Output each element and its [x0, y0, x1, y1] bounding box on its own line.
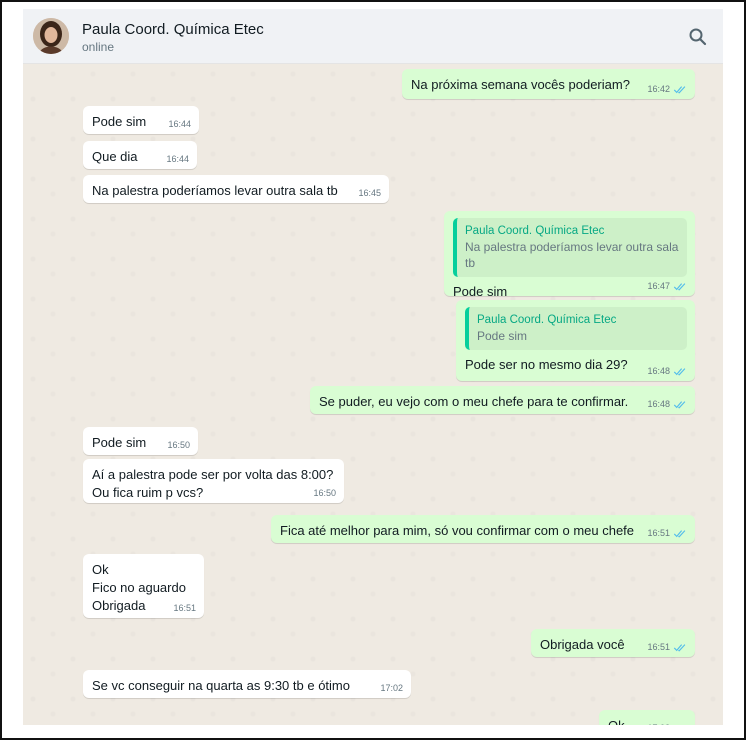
contact-name[interactable]: Paula Coord. Química Etec: [82, 21, 264, 38]
message-time: 16:50: [313, 488, 336, 498]
quoted-text: Pode sim: [477, 329, 528, 343]
message-text: Fica até melhor para mim, só vou confirm…: [280, 523, 635, 538]
message-time: 17:02: [380, 683, 403, 693]
message-time: 16:44: [166, 154, 189, 164]
message-meta: 17:02: [647, 723, 687, 725]
message-text: Se vc conseguir na quarta as 9:30 tb e ó…: [92, 678, 350, 693]
message-time: 16:51: [173, 603, 196, 613]
message-meta: 16:45: [358, 188, 381, 198]
incoming-message[interactable]: Na palestra poderíamos levar outra sala …: [83, 175, 389, 203]
incoming-message[interactable]: Pode sim 16:44: [83, 106, 199, 134]
message-meta: 16:50: [167, 440, 190, 450]
chat-window: Paula Coord. Química Etec online Na próx…: [23, 9, 723, 725]
search-icon[interactable]: [686, 25, 710, 49]
double-check-icon: [673, 282, 686, 290]
quoted-message[interactable]: Paula Coord. Química Etec Na palestra pod…: [453, 218, 687, 277]
message-text: Aí a palestra pode ser por volta das 8:0…: [92, 467, 334, 500]
message-text: Ok: [608, 718, 625, 725]
double-check-icon: [680, 724, 685, 725]
outgoing-message[interactable]: Se puder, eu vejo com o meu chefe para t…: [310, 386, 695, 414]
double-check-icon: [673, 529, 686, 537]
double-check-icon: [673, 367, 686, 375]
message-time: 17:02: [647, 723, 670, 725]
outgoing-message[interactable]: Na próxima semana vocês poderiam? 16:42: [402, 69, 695, 99]
outgoing-message[interactable]: Paula Coord. Química Etec Na palestra pod…: [444, 211, 695, 299]
message-meta: 16:48: [647, 399, 687, 409]
message-text: Ok Fico no aguardo Obrigada: [92, 562, 186, 613]
incoming-message[interactable]: Pode sim 16:50: [83, 427, 198, 455]
message-time: 16:44: [168, 119, 191, 129]
double-check-icon: [673, 400, 686, 408]
incoming-message[interactable]: Se vc conseguir na quarta as 9:30 tb e ó…: [83, 670, 411, 698]
message-time: 16:42: [647, 84, 670, 94]
chat-header: Paula Coord. Química Etec online: [23, 9, 723, 64]
message-meta: 17:02: [380, 683, 403, 693]
message-meta: 16:51: [647, 642, 687, 652]
message-meta: 16:44: [168, 119, 191, 129]
outgoing-message[interactable]: Fica até melhor para mim, só vou confirm…: [271, 515, 695, 543]
contact-avatar[interactable]: [33, 18, 69, 54]
message-meta: 16:48: [647, 366, 687, 376]
quoted-author: Paula Coord. Química Etec: [465, 225, 605, 237]
message-time: 16:51: [647, 528, 670, 538]
outgoing-message[interactable]: Ok 17:02: [599, 710, 695, 725]
message-meta: 16:42: [647, 84, 687, 94]
incoming-message[interactable]: Ok Fico no aguardo Obrigada 16:51: [83, 554, 204, 618]
outgoing-message[interactable]: Paula Coord. Química Etec Pode sim Pode se…: [456, 300, 695, 381]
screenshot-frame: Paula Coord. Química Etec online Na próx…: [0, 0, 746, 740]
outgoing-message[interactable]: Obrigada você 16:51: [531, 629, 695, 657]
message-text: Que dia: [92, 149, 138, 164]
message-text: Pode sim: [453, 284, 508, 299]
message-text: Na palestra poderíamos levar outra sala …: [92, 183, 338, 198]
contact-status: online: [82, 40, 115, 54]
incoming-message[interactable]: Aí a palestra pode ser por volta das 8:0…: [83, 459, 344, 503]
message-meta: 16:50: [313, 488, 336, 498]
double-check-icon: [673, 85, 686, 93]
message-time: 16:47: [647, 281, 670, 291]
message-time: 16:45: [358, 188, 381, 198]
quoted-message[interactable]: Paula Coord. Química Etec Pode sim: [465, 307, 687, 350]
message-text: Pode sim: [92, 435, 147, 450]
message-time: 16:48: [647, 399, 670, 409]
quoted-author: Paula Coord. Química Etec: [477, 314, 617, 326]
message-text: Obrigada você: [540, 637, 625, 652]
incoming-message[interactable]: Que dia 16:44: [83, 141, 197, 169]
message-text: Na próxima semana vocês poderiam?: [411, 77, 630, 92]
message-text: Pode sim: [92, 114, 147, 129]
message-text: Pode ser no mesmo dia 29?: [465, 357, 628, 372]
message-meta: 16:51: [173, 603, 196, 613]
message-time: 16:50: [167, 440, 190, 450]
quoted-text: Na palestra poderíamos levar outra sala …: [465, 240, 679, 270]
message-time: 16:51: [647, 642, 670, 652]
double-check-icon: [673, 643, 686, 651]
message-meta: 16:44: [166, 154, 189, 164]
message-text: Se puder, eu vejo com o meu chefe para t…: [319, 394, 629, 409]
message-meta: 16:51: [647, 528, 687, 538]
message-time: 16:48: [647, 366, 670, 376]
message-meta: 16:47: [647, 281, 687, 291]
